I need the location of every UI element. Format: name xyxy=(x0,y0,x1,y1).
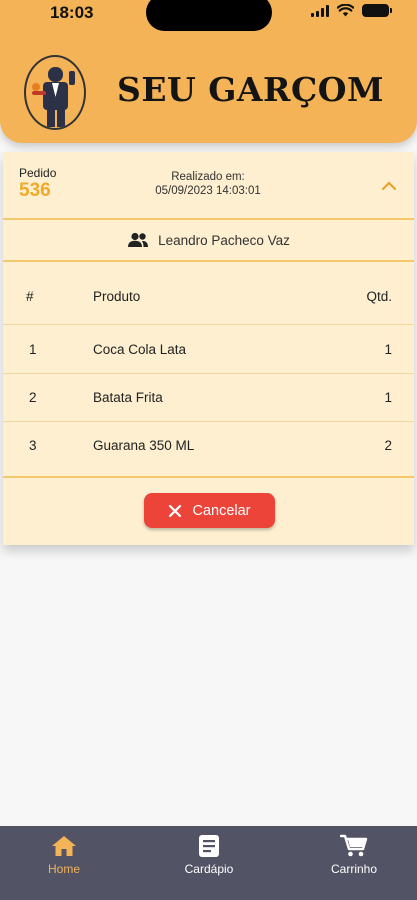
collapse-button[interactable] xyxy=(377,174,401,198)
divider xyxy=(3,260,414,262)
people-icon xyxy=(128,232,149,247)
waiter-logo-icon xyxy=(24,55,86,130)
status-icons xyxy=(311,4,392,17)
nav-item-home[interactable]: Home xyxy=(19,834,109,876)
row-product: Guarana 350 ML xyxy=(93,438,195,453)
nav-item-carrinho[interactable]: Carrinho xyxy=(309,834,399,876)
app-header: 18:03 SEU GARÇOM xyxy=(0,0,417,143)
brand-title: SEU GARÇOM xyxy=(117,70,385,109)
cart-icon xyxy=(340,834,368,857)
nav-label-carrinho: Carrinho xyxy=(330,862,378,876)
row-index: 3 xyxy=(29,438,37,453)
column-header-qty: Qtd. xyxy=(366,289,392,304)
customer-row: Leandro Pacheco Vaz xyxy=(3,220,414,260)
row-qty: 2 xyxy=(384,438,392,453)
nav-label-home: Home xyxy=(47,862,80,876)
row-divider xyxy=(3,421,414,422)
divider xyxy=(3,476,414,478)
dynamic-island xyxy=(146,0,272,31)
status-time: 18:03 xyxy=(50,3,94,22)
order-card: Pedido 536 Realizado em: 05/09/2023 14:0… xyxy=(3,152,414,545)
column-header-index: # xyxy=(26,289,34,304)
cancel-order-label: Cancelar xyxy=(192,502,251,519)
column-header-product: Produto xyxy=(93,289,141,304)
row-qty: 1 xyxy=(384,342,392,357)
order-card-header[interactable]: Pedido 536 Realizado em: 05/09/2023 14:0… xyxy=(3,152,414,218)
order-datetime-label: Realizado em: xyxy=(171,171,245,183)
status-bar: 18:03 xyxy=(0,0,417,31)
menu-book-icon xyxy=(199,835,219,857)
row-index: 2 xyxy=(29,390,37,405)
row-product: Coca Cola Lata xyxy=(93,342,187,357)
wifi-icon xyxy=(337,4,354,17)
row-divider xyxy=(3,324,414,325)
battery-icon xyxy=(362,4,392,17)
cancel-order-button[interactable]: Cancelar xyxy=(144,493,275,528)
row-product: Batata Frita xyxy=(93,390,163,405)
bottom-nav: Home Cardápio Carrinho xyxy=(0,826,417,900)
chevron-up-icon xyxy=(381,181,397,191)
nav-item-cardapio[interactable]: Cardápio xyxy=(164,834,254,876)
row-divider xyxy=(3,373,414,374)
row-index: 1 xyxy=(29,342,37,357)
signal-icon xyxy=(311,4,329,17)
nav-label-cardapio: Cardápio xyxy=(184,862,234,876)
order-label: Pedido xyxy=(19,166,57,180)
customer-name: Leandro Pacheco Vaz xyxy=(158,232,290,248)
home-icon xyxy=(52,836,76,856)
order-datetime-value: 05/09/2023 14:03:01 xyxy=(155,185,261,197)
order-datetime-block: Realizado em: 05/09/2023 14:03:01 xyxy=(143,170,273,198)
close-icon xyxy=(169,504,182,517)
order-number: 536 xyxy=(19,180,51,201)
row-qty: 1 xyxy=(384,390,392,405)
